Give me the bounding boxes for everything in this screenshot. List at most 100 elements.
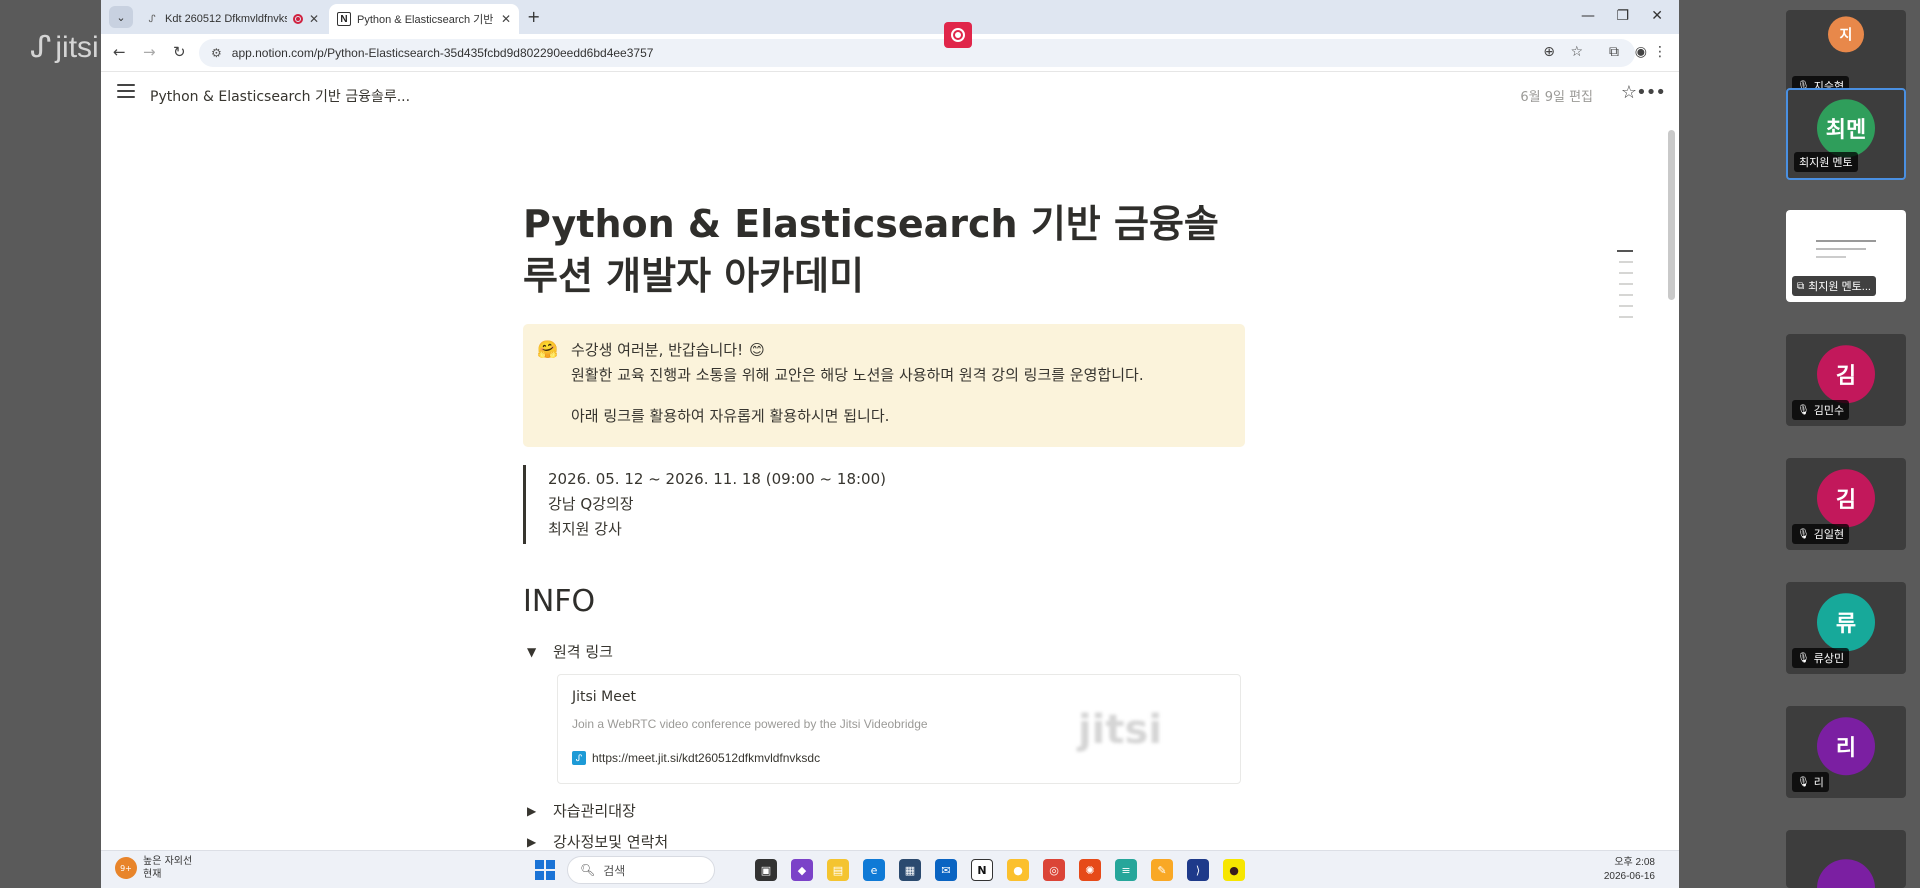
toggle-collapsed-icon[interactable]: ▶ bbox=[527, 804, 539, 818]
bookmark-url: https://meet.jit.si/kdt260512dfkmvldfnvk… bbox=[592, 751, 821, 765]
site-info-icon[interactable]: ⚙ bbox=[211, 46, 222, 60]
minimize-icon[interactable]: — bbox=[1581, 8, 1595, 24]
bookmark-star-icon[interactable]: ☆ bbox=[1570, 44, 1583, 60]
jitsi-favicon-icon: ᔑ bbox=[572, 751, 586, 765]
course-instructor: 최지원 강사 bbox=[548, 520, 622, 538]
toggle-remote-link[interactable]: ▼ 원격 링크 bbox=[523, 641, 1239, 662]
toggle-label: 원격 링크 bbox=[553, 643, 613, 661]
favorite-star-icon[interactable]: ☆ bbox=[1621, 82, 1637, 103]
toggle-label: 강사정보및 연락처 bbox=[553, 833, 669, 851]
toggle-study-log[interactable]: ▶ 자습관리대장 bbox=[523, 800, 1239, 821]
close-icon[interactable]: ✕ bbox=[309, 12, 319, 26]
tab-notion[interactable]: N Python & Elasticsearch 기반 금융솔루션 ✕ bbox=[329, 4, 519, 34]
chevron-down-icon: ⌄ bbox=[116, 10, 126, 24]
restore-icon[interactable]: ❐ bbox=[1616, 8, 1629, 24]
jitsi-watermark: ᔑ jitsi bbox=[30, 30, 99, 65]
kebab-menu-icon[interactable]: ⋮ bbox=[1653, 44, 1667, 60]
participant-tile-screenshare[interactable]: ⧉ 최지원 멘토... bbox=[1786, 210, 1906, 302]
bookmark-card[interactable]: Jitsi Meet Join a WebRTC video conferenc… bbox=[557, 674, 1241, 784]
bookmark-thumbnail: jitsi bbox=[1000, 675, 1240, 783]
toggle-label: 자습관리대장 bbox=[553, 802, 636, 820]
tab-jitsi[interactable]: ᔑ Kdt 260512 Dfkmvldfnvksdc ✕ bbox=[137, 4, 327, 34]
hamburger-menu-icon[interactable] bbox=[117, 84, 135, 98]
profile-icon[interactable]: ◉ bbox=[1635, 44, 1647, 60]
toggle-collapsed-icon[interactable]: ▶ bbox=[527, 835, 539, 849]
clock-time: 오후 2:08 bbox=[1614, 857, 1655, 868]
bookmark-link[interactable]: ᔑ https://meet.jit.si/kdt260512dfkmvldfn… bbox=[572, 751, 820, 765]
photos-icon[interactable]: ● bbox=[1007, 859, 1029, 881]
new-tab-plus-icon[interactable]: + bbox=[527, 7, 540, 26]
notion-topbar: Python & Elasticsearch 기반 금융솔루... 6월 9일 … bbox=[101, 72, 1679, 118]
callout-greeting: 수강생 여러분, 반갑습니다! bbox=[571, 341, 744, 359]
tab-search-dropdown[interactable]: ⌄ bbox=[109, 6, 133, 28]
pen-app-icon[interactable]: ✎ bbox=[1151, 859, 1173, 881]
stop-recording-button[interactable] bbox=[944, 22, 972, 48]
quote-block[interactable]: 2026. 05. 12 ~ 2026. 11. 18 (09:00 ~ 18:… bbox=[523, 465, 1239, 544]
toggle-instructor-info[interactable]: ▶ 강사정보및 연락처 bbox=[523, 831, 1239, 852]
weather-line1: 높은 자외선 bbox=[143, 856, 193, 867]
url-field[interactable]: ⚙ app.notion.com/p/Python-Elasticsearch-… bbox=[199, 39, 1635, 67]
bookmark-thumbnail-text: jitsi bbox=[1077, 707, 1163, 753]
notepad-icon[interactable]: ≡ bbox=[1115, 859, 1137, 881]
breadcrumb[interactable]: Python & Elasticsearch 기반 금융솔루... bbox=[150, 86, 410, 106]
edge-icon[interactable]: e bbox=[863, 859, 885, 881]
callout-block[interactable]: 🤗 수강생 여러분, 반갑습니다! 😊 원활한 교육 진행과 소통을 위해 교안… bbox=[523, 324, 1245, 447]
avatar: 리 bbox=[1817, 717, 1875, 776]
toggle-expanded-icon[interactable]: ▼ bbox=[527, 645, 539, 659]
table-of-contents-minimap[interactable] bbox=[1617, 250, 1633, 318]
participant-tile[interactable]: 최멘 최지원 멘토 bbox=[1786, 88, 1906, 180]
clock-date: 2026-06-16 bbox=[1603, 871, 1655, 882]
screen-share-icon: ⧉ bbox=[1797, 280, 1805, 292]
jitsi-favicon-icon: ᔑ bbox=[148, 13, 156, 25]
smile-emoji-icon: 😊 bbox=[749, 341, 765, 359]
vscode-icon[interactable]: ⟩ bbox=[1187, 859, 1209, 881]
participant-tile[interactable] bbox=[1786, 830, 1906, 888]
notion-page: Python & Elasticsearch 기반 금융솔루... 6월 9일 … bbox=[101, 72, 1679, 852]
participant-tile[interactable]: 리 🎙︎ 리 bbox=[1786, 706, 1906, 798]
extensions-icon[interactable]: ⧉ bbox=[1609, 44, 1619, 60]
outlook-icon[interactable]: ✉ bbox=[935, 859, 957, 881]
windows-start-icon[interactable] bbox=[535, 860, 555, 880]
reload-icon[interactable]: ↻ bbox=[173, 43, 186, 61]
avatar: 지 bbox=[1828, 15, 1864, 52]
back-arrow-icon[interactable]: ← bbox=[113, 43, 126, 61]
more-options-icon[interactable]: ••• bbox=[1636, 82, 1666, 103]
taskbar-clock[interactable]: 오후 2:08 2026-06-16 bbox=[1604, 856, 1655, 884]
store-icon[interactable]: ▦ bbox=[899, 859, 921, 881]
info-heading[interactable]: INFO bbox=[523, 584, 1239, 619]
taskbar-search-placeholder: 검색 bbox=[603, 863, 626, 878]
page-content: Python & Elasticsearch 기반 금융솔루션 개발자 아카데미… bbox=[523, 198, 1245, 852]
participant-name: 김민수 bbox=[1813, 405, 1845, 417]
participant-name: 김일현 bbox=[1813, 529, 1845, 541]
zoom-icon[interactable]: ⊕ bbox=[1543, 44, 1555, 60]
callout-instruction: 아래 링크를 활용하여 자유롭게 활용하시면 됩니다. bbox=[571, 407, 890, 425]
notion-app-icon[interactable]: N bbox=[971, 859, 993, 881]
tab-title: Kdt 260512 Dfkmvldfnvksdc bbox=[165, 13, 287, 25]
file-explorer-icon[interactable]: ▤ bbox=[827, 859, 849, 881]
scrollbar[interactable] bbox=[1668, 130, 1675, 300]
close-icon[interactable]: ✕ bbox=[501, 12, 511, 26]
window-close-icon[interactable]: ✕ bbox=[1651, 8, 1663, 24]
task-view-icon[interactable]: ▣ bbox=[755, 859, 777, 881]
taskbar-search[interactable]: 🔍︎ 검색 bbox=[567, 856, 715, 884]
participant-tile[interactable]: 류 🎙︎ 류상민 bbox=[1786, 582, 1906, 674]
mic-muted-icon: 🎙︎ bbox=[1797, 776, 1810, 788]
avatar: 김 bbox=[1817, 345, 1875, 404]
jitsi-logo-icon: ᔑ bbox=[30, 31, 52, 64]
forward-arrow-icon[interactable]: → bbox=[143, 43, 156, 61]
weather-widget[interactable]: 9+ 높은 자외선 현재 bbox=[115, 855, 192, 881]
chrome-icon[interactable]: ◎ bbox=[1043, 859, 1065, 881]
uv-badge: 9+ bbox=[115, 857, 137, 879]
windows-taskbar: 9+ 높은 자외선 현재 🔍︎ 검색 ▣ ◆ ▤ e ▦ ✉ N ● ◎ ✺ ≡… bbox=[101, 850, 1679, 888]
jitsi-watermark-label: jitsi bbox=[55, 30, 99, 64]
tab-bar: ⌄ ᔑ Kdt 260512 Dfkmvldfnvksdc ✕ N Python… bbox=[101, 0, 1679, 34]
record-icon bbox=[951, 28, 965, 42]
course-location: 강남 Q강의장 bbox=[548, 495, 634, 513]
participant-tile[interactable]: 김 🎙︎ 김민수 bbox=[1786, 334, 1906, 426]
burst-app-icon[interactable]: ✺ bbox=[1079, 859, 1101, 881]
participant-name: 리 bbox=[1813, 777, 1824, 789]
page-title[interactable]: Python & Elasticsearch 기반 금융솔루션 개발자 아카데미 bbox=[523, 198, 1239, 302]
participant-tile[interactable]: 김 🎙︎ 김일현 bbox=[1786, 458, 1906, 550]
copilot-icon[interactable]: ◆ bbox=[791, 859, 813, 881]
kakaotalk-icon[interactable]: ● bbox=[1223, 859, 1245, 881]
